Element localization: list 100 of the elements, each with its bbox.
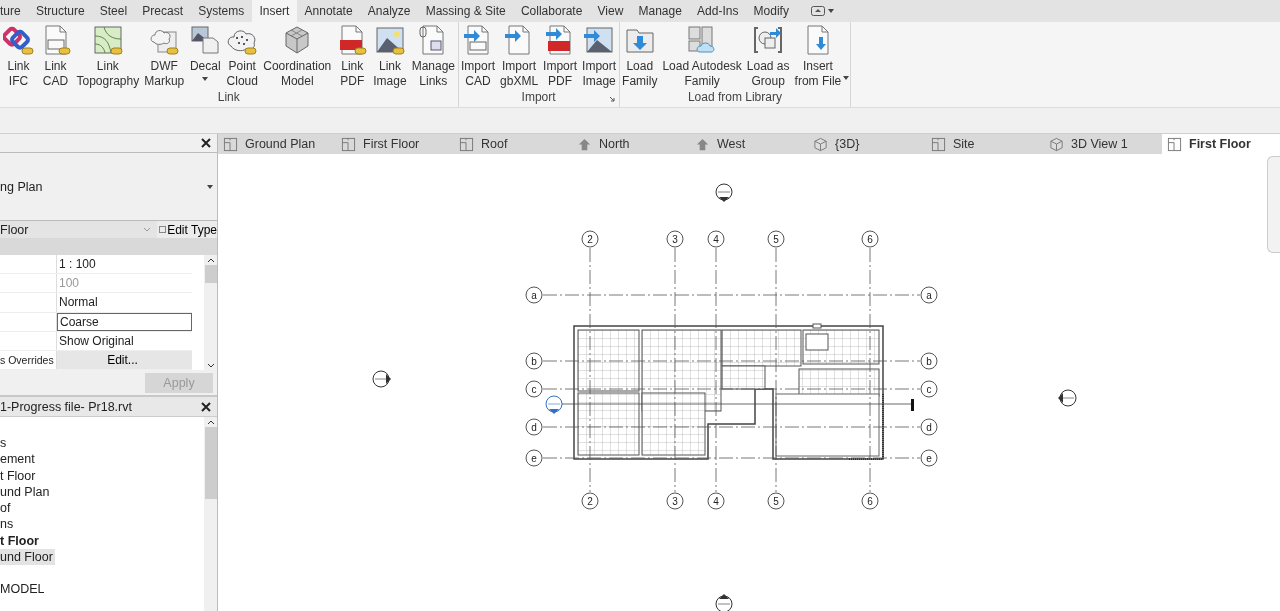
grid-bubble: b <box>920 352 938 370</box>
ribbon-button[interactable]: Decal <box>186 24 224 81</box>
browser-item[interactable]: und Floor <box>0 549 55 566</box>
ribbon-tab[interactable]: Precast <box>134 0 191 22</box>
document-tab[interactable]: {3D} <box>808 134 926 154</box>
ribbon-tab[interactable]: Insert <box>251 0 297 22</box>
grid-bubble: 4 <box>707 230 725 248</box>
browser-item[interactable]: ns <box>0 516 16 533</box>
edit-type-button[interactable]: Edit Type <box>157 221 217 238</box>
ribbon-button[interactable]: DWF Markup <box>141 24 187 89</box>
property-value: Show Original <box>58 332 135 350</box>
document-tab[interactable]: Ground Plan <box>218 134 336 154</box>
property-value: 1 : 100 <box>58 256 97 274</box>
grid-bubble: 2 <box>581 492 599 510</box>
ribbon-button[interactable]: Link IFC <box>0 24 37 89</box>
elevation-marker-icon <box>372 370 391 388</box>
ribbon-tab[interactable]: Modify <box>746 0 797 22</box>
ribbon-tab[interactable]: Steel <box>92 0 135 22</box>
panel-toggle-icon[interactable] <box>810 6 825 16</box>
section-marker-icon <box>545 395 563 414</box>
browser-item[interactable]: t Floor <box>0 532 41 550</box>
ribbon-tab[interactable]: Massing & Site <box>418 0 514 22</box>
image-import-icon <box>583 24 616 56</box>
grid-bubble: 6 <box>861 230 879 248</box>
elevation-marker-icon <box>715 183 733 202</box>
ribbon-button[interactable]: Load Autodesk Family <box>659 24 745 89</box>
ribbon-button[interactable]: Link CAD <box>37 24 74 89</box>
ribbon-button[interactable]: Coordination Model <box>260 24 334 89</box>
ribbon-button[interactable]: Insert from File <box>792 24 851 89</box>
ribbon-button[interactable]: Load Family <box>619 24 660 89</box>
image-file-icon <box>373 24 406 56</box>
close-button[interactable] <box>199 136 213 150</box>
caret-icon[interactable] <box>827 9 834 13</box>
browser-item[interactable]: MODEL <box>0 581 47 598</box>
grid-bubble: e <box>920 449 938 467</box>
browser-item[interactable]: s <box>0 435 9 452</box>
document-tab[interactable]: North <box>572 134 690 154</box>
ribbon-button[interactable]: Point Cloud <box>223 24 261 89</box>
ribbon-button[interactable]: Import PDF <box>540 24 580 89</box>
floor-plan-icon <box>459 136 474 152</box>
grid-bubble: 3 <box>666 492 684 510</box>
ribbon-button[interactable]: Link Image <box>370 24 410 89</box>
browser-item[interactable]: und Plan <box>0 483 52 501</box>
property-value: 100 <box>58 275 81 293</box>
ribbon-tab[interactable]: Structure <box>28 0 93 22</box>
grid-bubble: d <box>920 418 938 436</box>
browser-item[interactable]: of <box>0 500 13 517</box>
topography-icon <box>91 24 124 56</box>
ribbon-tab[interactable]: Add-Ins <box>689 0 746 22</box>
ribbon-button[interactable]: Import CAD <box>458 24 498 89</box>
ribbon-tab[interactable]: Manage <box>630 0 690 22</box>
grid-bubble: 2 <box>581 230 599 248</box>
document-tab[interactable]: Site <box>926 134 1044 154</box>
property-field[interactable]: Coarse <box>57 312 192 331</box>
ribbon-tab[interactable]: Annotate <box>297 0 361 22</box>
document-tab[interactable]: First Floor <box>336 134 454 154</box>
scrollbar-thumb[interactable] <box>204 427 217 499</box>
grid-bubble: e <box>525 449 543 467</box>
ribbon-tab[interactable]: Collaborate <box>513 0 590 22</box>
floor-plan-icon <box>223 136 238 152</box>
panel-title: Import <box>520 90 557 106</box>
ribbon-button[interactable]: Manage Links <box>409 24 458 89</box>
document-tab[interactable]: Roof <box>454 134 572 154</box>
ribbon-button[interactable]: Import Image <box>579 24 619 89</box>
grid-bubble: b <box>525 352 543 370</box>
ribbon-button[interactable]: Link PDF <box>333 24 371 89</box>
elevation-marker-icon <box>1058 389 1077 407</box>
property-value: Normal <box>58 294 99 312</box>
floor-plan-icon <box>341 136 356 152</box>
document-tab[interactable]: West <box>690 134 808 154</box>
panel-title: Link <box>216 90 241 106</box>
browser-item[interactable]: ement <box>0 451 37 468</box>
grid-bubble: c <box>525 380 543 398</box>
caret-icon[interactable] <box>207 184 213 189</box>
browser-title: 1-Progress file- Pr18.rvt <box>0 399 132 414</box>
ribbon-tab[interactable]: View <box>589 0 631 22</box>
grid-icon <box>159 226 167 233</box>
elevation-icon <box>695 136 710 152</box>
browser-item[interactable]: t Floor <box>0 467 38 484</box>
instance-filter[interactable]: Floor <box>0 222 29 237</box>
floor-plan-icon <box>1167 136 1182 152</box>
document-tab[interactable]: First Floor <box>1162 134 1280 154</box>
dialog-launcher-icon[interactable] <box>608 96 615 102</box>
grid-bubble: 5 <box>767 492 785 510</box>
floor-plan-icon <box>931 136 946 152</box>
close-button[interactable] <box>199 399 213 414</box>
ribbon-tab[interactable]: Systems <box>190 0 252 22</box>
ribbon-tab[interactable]: ture <box>0 0 29 22</box>
ribbon-button[interactable]: Import gbXML <box>497 24 541 89</box>
grid-bubble: c <box>920 380 938 398</box>
type-selector[interactable]: ng Plan <box>0 179 43 194</box>
document-tab[interactable]: 3D View 1 <box>1044 134 1162 154</box>
ribbon-button[interactable]: Link Topography <box>74 24 142 89</box>
grid-bubble: 4 <box>707 492 725 510</box>
ribbon-button[interactable]: Load as Group <box>744 24 793 89</box>
linked-rings-icon <box>2 24 35 56</box>
grid-bubble: 6 <box>861 492 879 510</box>
scrollbar-thumb[interactable] <box>204 265 217 283</box>
ribbon-tab[interactable]: Analyze <box>360 0 419 22</box>
grid-bubble: a <box>525 286 543 304</box>
